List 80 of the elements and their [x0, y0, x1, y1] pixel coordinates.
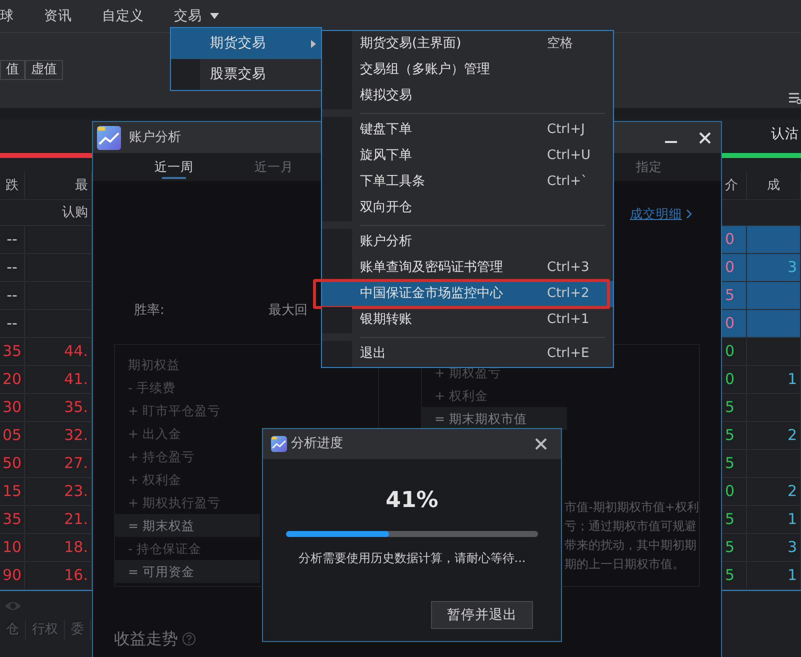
menu-item[interactable]: 银期转账 Ctrl+1	[322, 307, 613, 333]
table-cell: 1	[747, 366, 801, 393]
table-cell: --	[0, 226, 25, 253]
table-cell: 30	[0, 394, 25, 421]
progress-message: 分析需要使用历史数据计算，请耐心等待...	[298, 550, 526, 567]
column-header: 跌	[0, 172, 25, 199]
menu-item[interactable]: 双向开仓	[322, 195, 613, 221]
section-title: 收益走势	[114, 628, 178, 650]
minimize-icon	[665, 141, 677, 143]
list-icon[interactable]	[789, 92, 801, 104]
stat-label: 最大回	[268, 302, 308, 320]
menu-item[interactable]: 股票交易	[171, 59, 321, 90]
menu-item[interactable]: 期货交易(主界面) 空格	[322, 31, 613, 57]
window-title: 账户分析	[129, 128, 181, 147]
filter-button[interactable]: 值	[0, 60, 25, 80]
menu-item[interactable]: 退出 Ctrl+E	[322, 341, 613, 367]
menu-item[interactable]: 账单查询及密码证书管理 Ctrl+3	[322, 255, 613, 281]
table-cell: --	[0, 310, 25, 337]
table-cell: 50	[0, 450, 25, 477]
stat-label: 胜率:	[134, 302, 164, 320]
summary-row-text: + 权利金	[434, 387, 489, 406]
panel-title: 认沽	[771, 125, 799, 144]
menu-item[interactable]: 键盘下单 Ctrl+J	[322, 117, 613, 143]
table-cell: 05	[0, 422, 25, 449]
summary-row-text: 期初权益	[127, 356, 181, 374]
table-cell: 2	[747, 478, 801, 505]
close-button[interactable]	[699, 132, 711, 144]
note-line: 市值-期初期权市值+权利	[564, 499, 699, 516]
menu-item[interactable]: 交易组（多账户）管理	[322, 57, 613, 83]
table-cell: 3	[747, 534, 801, 561]
detail-link[interactable]: 成交明细	[630, 205, 692, 224]
menu-item[interactable]: 自定义	[102, 6, 144, 26]
pause-exit-button[interactable]: 暂停并退出	[431, 601, 533, 629]
dialog-title: 分析进度	[291, 435, 343, 454]
summary-row-text: + 期权执行盈亏	[127, 494, 222, 512]
table-cell: --	[0, 254, 25, 281]
table-cell: 15	[0, 478, 25, 505]
table-cell: 10	[0, 534, 25, 561]
note-line: 亏；通过期权市值可规避	[564, 518, 698, 536]
submenu-arrow-icon	[311, 40, 316, 48]
eye-icon	[4, 600, 22, 612]
menu-item[interactable]: 球	[0, 6, 14, 26]
note-line: 带来的扰动，其中期初期	[564, 537, 698, 554]
table-cell: 90	[0, 562, 25, 589]
menu-item[interactable]: 下单工具条 Ctrl+`	[322, 169, 613, 195]
summary-row: = 期末期权市值	[422, 407, 567, 430]
table-cell: 1	[747, 562, 801, 589]
chevron-icon	[686, 209, 692, 220]
summary-row-text: + 盯市平仓盈亏	[127, 402, 222, 420]
menu-item[interactable]: 旋风下单 Ctrl+U	[322, 143, 613, 169]
summary-row: = 期末权益	[115, 514, 260, 538]
menu-item[interactable]: 交易	[174, 6, 219, 26]
table-cell: 35	[0, 338, 25, 365]
summary-row-text: + 权利金	[127, 471, 182, 490]
table-cell: 35	[0, 506, 25, 533]
table-cell: 2	[747, 422, 801, 449]
table-cell: --	[0, 282, 25, 309]
menu-item[interactable]: 期货交易	[171, 28, 321, 59]
column-header: 成	[747, 172, 801, 199]
summary-row: = 可用资金	[115, 560, 260, 584]
note-line: 期的上一日期权市值。	[564, 556, 686, 574]
tab[interactable]: 近一周	[124, 153, 224, 181]
menu-item[interactable]: 账户分析	[322, 229, 613, 255]
app-icon	[97, 126, 121, 150]
menu-item[interactable]: 模拟交易	[322, 83, 613, 109]
table-cell: 20	[0, 366, 25, 393]
close-button[interactable]	[535, 438, 547, 450]
summary-row-text: - 手续费	[127, 379, 176, 398]
summary-row-text: + 持仓盈亏	[127, 448, 196, 466]
filter-button[interactable]: 虚值	[25, 60, 63, 80]
close-icon	[699, 132, 711, 144]
caret-icon	[210, 13, 219, 19]
progress-percent: 41%	[386, 487, 438, 515]
menu-item[interactable]: 资讯	[44, 6, 72, 26]
app-icon	[271, 436, 287, 452]
table-cell: 3	[747, 254, 801, 281]
summary-row-text: + 出入金	[127, 425, 182, 444]
table-cell: 1	[747, 506, 801, 533]
close-icon	[535, 438, 547, 450]
summary-row-text: - 持仓保证金	[127, 540, 202, 558]
